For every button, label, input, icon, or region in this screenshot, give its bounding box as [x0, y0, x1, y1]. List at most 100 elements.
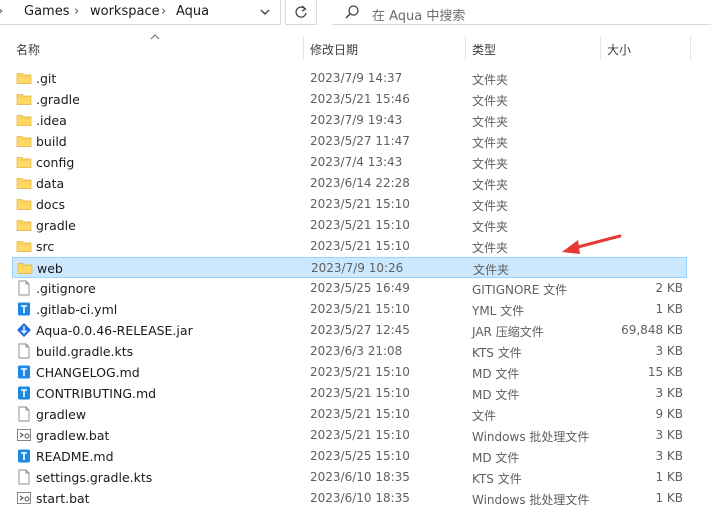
file-row-docs[interactable]: docs 2023/5/21 15:10 文件夹 — [12, 194, 687, 215]
chevron-right-icon: › — [74, 4, 80, 19]
file-name: settings.gradle.kts — [36, 470, 153, 485]
file-date: 2023/7/9 14:37 — [310, 71, 403, 85]
file-row-gradle[interactable]: .gradle 2023/5/21 15:46 文件夹 — [12, 89, 687, 110]
file-date: 2023/7/4 13:43 — [310, 155, 403, 169]
file-date: 2023/5/21 15:10 — [310, 428, 410, 442]
file-date: 2023/7/9 10:26 — [311, 261, 404, 275]
file-name: gradlew — [36, 407, 87, 422]
file-row-gradlew[interactable]: gradlew 2023/5/21 15:10 文件 9 KB — [12, 404, 687, 425]
search-icon — [345, 5, 359, 19]
folder-icon — [16, 175, 32, 191]
batch-icon — [16, 490, 32, 506]
file-name: config — [36, 155, 75, 170]
file-date: 2023/5/25 16:49 — [310, 281, 410, 295]
file-name: web — [37, 261, 63, 276]
sort-ascending-icon — [150, 34, 160, 40]
column-type[interactable]: 类型 — [472, 41, 496, 58]
file-type: KTS 文件 — [472, 472, 522, 486]
file-type: 文件夹 — [472, 178, 509, 192]
file-row-idea[interactable]: .idea 2023/7/9 19:43 文件夹 — [12, 110, 687, 131]
file-name: README.md — [36, 449, 114, 464]
column-size[interactable]: 大小 — [607, 41, 631, 58]
file-size: 3 KB — [655, 344, 683, 358]
file-type: 文件夹 — [472, 220, 509, 234]
file-type: GITIGNORE 文件 — [472, 283, 568, 297]
file-row-web[interactable]: web 2023/7/9 10:26 文件夹 — [12, 257, 687, 278]
file-name: .idea — [36, 113, 67, 128]
column-divider[interactable] — [303, 36, 304, 60]
file-type: 文件夹 — [473, 263, 510, 277]
file-size: 3 KB — [655, 449, 683, 463]
address-bar[interactable]: › Games › workspace › Aqua — [0, 0, 281, 25]
file-row-contributing-md[interactable]: CONTRIBUTING.md 2023/5/21 15:10 MD 文件 3 KB — [12, 383, 687, 404]
file-size: 69,848 KB — [621, 323, 683, 337]
file-date: 2023/5/21 15:10 — [310, 365, 410, 379]
file-icon — [16, 469, 32, 485]
file-name: Aqua-0.0.46-RELEASE.jar — [36, 323, 193, 338]
file-row-data[interactable]: data 2023/6/14 22:28 文件夹 — [12, 173, 687, 194]
column-name[interactable]: 名称 — [16, 41, 40, 58]
refresh-icon — [295, 5, 307, 18]
file-type: 文件夹 — [472, 157, 509, 171]
file-size: 2 KB — [655, 281, 683, 295]
file-size: 1 KB — [655, 302, 683, 316]
file-type: 文件夹 — [472, 115, 509, 129]
column-divider[interactable] — [690, 36, 691, 60]
chevron-down-icon[interactable] — [256, 4, 274, 20]
file-date: 2023/6/3 21:08 — [310, 344, 403, 358]
folder-icon — [16, 112, 32, 128]
file-size: 1 KB — [655, 491, 683, 505]
file-type: 文件夹 — [472, 136, 509, 150]
file-row-build[interactable]: build 2023/5/27 11:47 文件夹 — [12, 131, 687, 152]
file-type: 文件夹 — [472, 199, 509, 213]
file-type: 文件夹 — [472, 94, 509, 108]
file-row-aqua-0-0-46-release-jar[interactable]: Aqua-0.0.46-RELEASE.jar 2023/5/27 12:45 JA… — [12, 320, 687, 341]
file-row-config[interactable]: config 2023/7/4 13:43 文件夹 — [12, 152, 687, 173]
breadcrumb-item-games[interactable]: Games — [24, 4, 69, 19]
column-date[interactable]: 修改日期 — [310, 41, 358, 58]
file-icon — [16, 280, 32, 296]
refresh-button[interactable] — [285, 0, 317, 25]
file-row-gitignore[interactable]: .gitignore 2023/5/25 16:49 GITIGNORE 文件 2 K… — [12, 278, 687, 299]
breadcrumb-item-aqua[interactable]: Aqua — [176, 4, 209, 19]
file-date: 2023/5/21 15:10 — [310, 218, 410, 232]
file-type: Windows 批处理文件 — [472, 493, 590, 507]
file-icon — [16, 343, 32, 359]
file-date: 2023/5/21 15:10 — [310, 407, 410, 421]
folder-icon — [16, 133, 32, 149]
search-box[interactable]: 在 Aqua 中搜索 — [332, 0, 711, 25]
file-row-settings-gradle-kts[interactable]: settings.gradle.kts 2023/6/10 18:35 KTS 文件… — [12, 467, 687, 488]
file-row-readme-md[interactable]: README.md 2023/5/25 15:10 MD 文件 3 KB — [12, 446, 687, 467]
file-date: 2023/5/27 12:45 — [310, 323, 410, 337]
file-row-start-bat[interactable]: start.bat 2023/6/10 18:35 Windows 批处理文件 1 K… — [12, 488, 687, 509]
file-type: 文件夹 — [472, 241, 509, 255]
file-name: src — [36, 239, 55, 254]
file-type: KTS 文件 — [472, 346, 522, 360]
file-size: 3 KB — [655, 386, 683, 400]
file-row-git[interactable]: .git 2023/7/9 14:37 文件夹 — [12, 68, 687, 89]
search-placeholder: 在 Aqua 中搜索 — [372, 9, 466, 24]
chevron-right-icon: › — [161, 4, 167, 19]
file-type: MD 文件 — [472, 388, 520, 402]
annotation-arrow-icon — [562, 234, 622, 254]
file-type: MD 文件 — [472, 451, 520, 465]
file-name: build.gradle.kts — [36, 344, 134, 359]
file-name: .git — [36, 71, 57, 86]
file-name: .gitlab-ci.yml — [36, 302, 118, 317]
text-file-icon — [16, 448, 32, 464]
file-size: 3 KB — [655, 428, 683, 442]
file-row-build-gradle-kts[interactable]: build.gradle.kts 2023/6/3 21:08 KTS 文件 3 KB — [12, 341, 687, 362]
file-type: JAR 压缩文件 — [472, 325, 544, 339]
file-date: 2023/5/21 15:46 — [310, 92, 410, 106]
column-header: 名称 修改日期 类型 大小 — [0, 34, 711, 60]
column-divider[interactable] — [465, 36, 466, 60]
file-row-gradlew-bat[interactable]: gradlew.bat 2023/5/21 15:10 Windows 批处理文件 3… — [12, 425, 687, 446]
file-row-changelog-md[interactable]: CHANGELOG.md 2023/5/21 15:10 MD 文件 15 KB — [12, 362, 687, 383]
file-date: 2023/6/14 22:28 — [310, 176, 410, 190]
file-date: 2023/7/9 19:43 — [310, 113, 403, 127]
breadcrumb-item-workspace[interactable]: workspace — [90, 4, 160, 19]
file-name: data — [36, 176, 65, 191]
column-divider[interactable] — [600, 36, 601, 60]
folder-icon — [16, 196, 32, 212]
file-row-gitlab-ci-yml[interactable]: .gitlab-ci.yml 2023/5/21 15:10 YML 文件 1 KB — [12, 299, 687, 320]
